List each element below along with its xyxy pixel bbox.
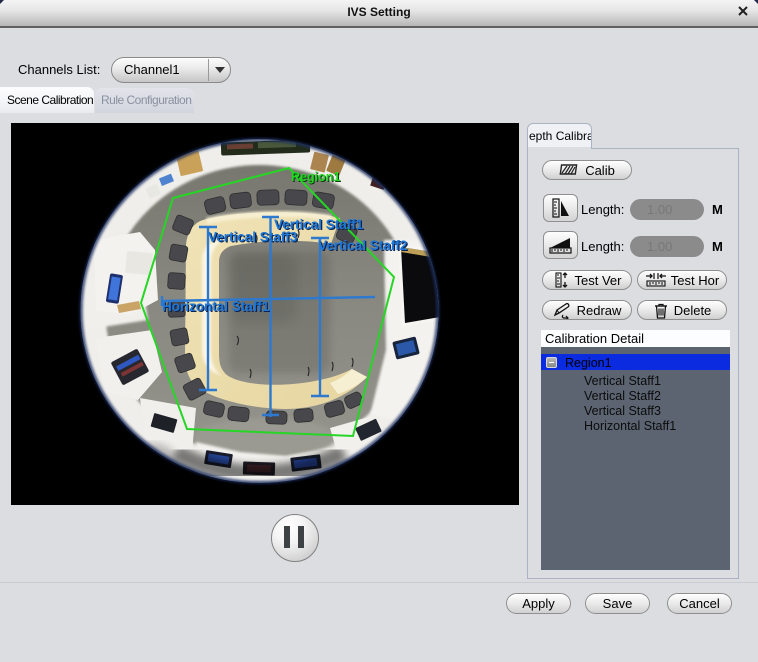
- svg-text:Vertical Staff2: Vertical Staff2: [318, 238, 407, 253]
- svg-text:Vertical Staff3: Vertical Staff3: [208, 230, 298, 245]
- svg-text:Region1: Region1: [291, 170, 340, 184]
- svg-text:Horizontal Staff1: Horizontal Staff1: [162, 299, 270, 314]
